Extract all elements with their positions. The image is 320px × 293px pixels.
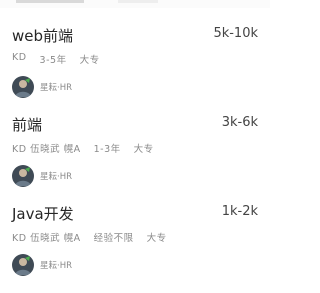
job-tag-experience: 经验不限 xyxy=(93,233,134,244)
avatar xyxy=(12,76,34,98)
job-tag-experience: 3-5年 xyxy=(39,55,67,66)
recruiter-row: 星耘·HR xyxy=(12,76,72,98)
recruiter-name: 星耘·HR xyxy=(40,83,72,93)
job-tags: KD 伍晓武 幌A 经验不限 大专 xyxy=(12,230,167,246)
job-title: 前端 xyxy=(12,116,43,134)
job-salary: 5k-10k xyxy=(213,26,258,41)
recruiter-row: 星耘·HR xyxy=(12,165,72,187)
job-tag-education: 大专 xyxy=(146,233,167,244)
tab-indicator xyxy=(16,0,84,3)
job-tags: KD 伍晓武 幌A 1-3年 大专 xyxy=(12,141,154,157)
job-card[interactable]: 前端 3k-6k KD 伍晓武 幌A 1-3年 大专 星耘·HR xyxy=(0,114,270,204)
job-tag-company: KD 伍晓武 幌A xyxy=(12,233,81,244)
job-tag-education: 大专 xyxy=(79,55,100,66)
tab-indicator-faded xyxy=(118,0,158,3)
job-tag-company: KD 伍晓武 幌A xyxy=(12,144,81,155)
job-tag-experience: 1-3年 xyxy=(93,144,121,155)
top-tab-strip xyxy=(0,0,270,8)
avatar xyxy=(12,165,34,187)
recruiter-name: 星耘·HR xyxy=(40,261,72,271)
job-tag-education: 大专 xyxy=(133,144,154,155)
recruiter-name: 星耘·HR xyxy=(40,172,72,182)
job-title: Java开发 xyxy=(12,205,74,223)
job-title: web前端 xyxy=(12,27,74,45)
job-salary: 1k-2k xyxy=(221,204,258,219)
job-tag-company: KD xyxy=(12,52,27,63)
avatar xyxy=(12,254,34,276)
job-salary: 3k-6k xyxy=(221,115,258,130)
job-card[interactable]: web前端 5k-10k KD 3-5年 大专 星耘·HR xyxy=(0,25,270,115)
job-card[interactable]: Java开发 1k-2k KD 伍晓武 幌A 经验不限 大专 星耘·HR xyxy=(0,203,270,293)
job-tags: KD 3-5年 大专 xyxy=(12,52,100,68)
recruiter-row: 星耘·HR xyxy=(12,254,72,276)
